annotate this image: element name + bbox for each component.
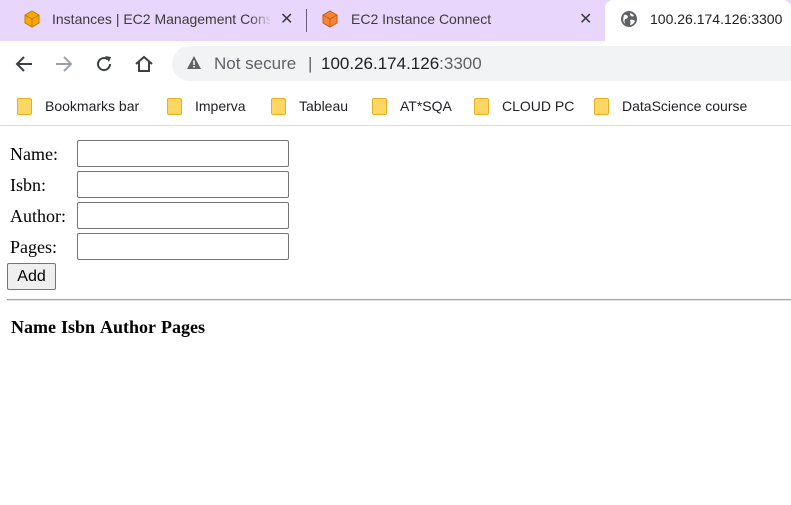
back-arrow-icon bbox=[15, 56, 32, 72]
bookmark-folder[interactable]: Imperva bbox=[167, 94, 246, 118]
page-content: Name: Isbn: Author: Pages: Add Name Isbn… bbox=[0, 127, 791, 505]
bookmark-label: Bookmarks bar bbox=[45, 98, 140, 114]
tab-title: EC2 Instance Connect bbox=[351, 11, 492, 27]
add-button[interactable]: Add bbox=[7, 263, 56, 290]
folder-icon bbox=[271, 97, 286, 115]
isbn-label: Isbn: bbox=[10, 175, 46, 195]
name-input[interactable] bbox=[77, 140, 289, 167]
browser-toolbar: Not secure | 100.26.174.126:3300 bbox=[0, 41, 791, 86]
folder-icon bbox=[167, 97, 182, 115]
bookmark-label: AT*SQA bbox=[400, 98, 452, 114]
column-header-pages: Pages bbox=[161, 317, 206, 337]
forward-button[interactable] bbox=[49, 49, 79, 79]
bookmark-folder[interactable]: Tableau bbox=[271, 94, 348, 118]
bookmark-label: CLOUD PC bbox=[502, 98, 575, 114]
divider bbox=[7, 299, 791, 301]
aws-cube-icon bbox=[24, 10, 40, 28]
url-text[interactable]: 100.26.174.126:3300 bbox=[321, 55, 482, 73]
globe-icon bbox=[621, 11, 637, 27]
column-header-author: Author bbox=[100, 317, 157, 337]
tab-title: Instances | EC2 Management Console bbox=[52, 11, 270, 27]
author-input[interactable] bbox=[77, 202, 289, 229]
aws-ec2-icon bbox=[322, 10, 338, 28]
tab-ec2-instances[interactable]: Instances | EC2 Management Console ✕ bbox=[0, 0, 306, 41]
address-separator: | bbox=[308, 54, 313, 73]
folder-icon bbox=[474, 97, 489, 115]
column-header-isbn: Isbn bbox=[60, 317, 96, 337]
bookmark-folder[interactable]: DataScience course bbox=[594, 94, 747, 118]
reload-button[interactable] bbox=[89, 49, 119, 79]
security-status[interactable]: Not secure bbox=[214, 55, 296, 73]
bookmark-label: Imperva bbox=[195, 98, 246, 114]
tab-ec2-instance-connect[interactable]: EC2 Instance Connect ✕ bbox=[307, 0, 605, 41]
tab-strip: Instances | EC2 Management Console ✕ EC2… bbox=[0, 0, 791, 41]
bookmarks-bar: Bookmarks bar Imperva Tableau AT*SQA CLO… bbox=[0, 86, 791, 126]
reload-icon bbox=[97, 56, 112, 72]
url-host: 100.26.174.126 bbox=[321, 54, 440, 73]
warning-icon[interactable] bbox=[186, 55, 202, 71]
folder-icon bbox=[372, 97, 387, 115]
tab-title: 100.26.174.126:3300 bbox=[650, 11, 783, 27]
bookmark-folder[interactable]: CLOUD PC bbox=[474, 94, 574, 118]
bookmark-label: DataScience course bbox=[622, 98, 748, 114]
bookmark-folder[interactable]: Bookmarks bar bbox=[17, 94, 139, 118]
pages-label: Pages: bbox=[10, 237, 57, 257]
books-table-header: Name Isbn Author Pages bbox=[11, 316, 210, 338]
url-port: :3300 bbox=[439, 54, 482, 73]
author-label: Author: bbox=[10, 206, 66, 226]
bookmark-folder[interactable]: AT*SQA bbox=[372, 94, 452, 118]
isbn-input[interactable] bbox=[77, 171, 289, 198]
name-label: Name: bbox=[10, 144, 58, 164]
folder-icon bbox=[594, 97, 609, 115]
forward-arrow-icon bbox=[56, 56, 73, 72]
back-button[interactable] bbox=[9, 49, 39, 79]
tab-active-page[interactable]: 100.26.174.126:3300 bbox=[605, 0, 791, 41]
home-button[interactable] bbox=[129, 49, 159, 79]
close-tab-icon[interactable]: ✕ bbox=[579, 11, 592, 28]
address-bar[interactable]: Not secure | 100.26.174.126:3300 bbox=[172, 46, 791, 81]
close-tab-icon[interactable]: ✕ bbox=[280, 11, 293, 28]
bookmark-label: Tableau bbox=[299, 98, 349, 114]
pages-input[interactable] bbox=[77, 233, 289, 260]
folder-icon bbox=[17, 97, 32, 115]
home-icon bbox=[135, 55, 153, 72]
column-header-name: Name bbox=[11, 317, 56, 337]
